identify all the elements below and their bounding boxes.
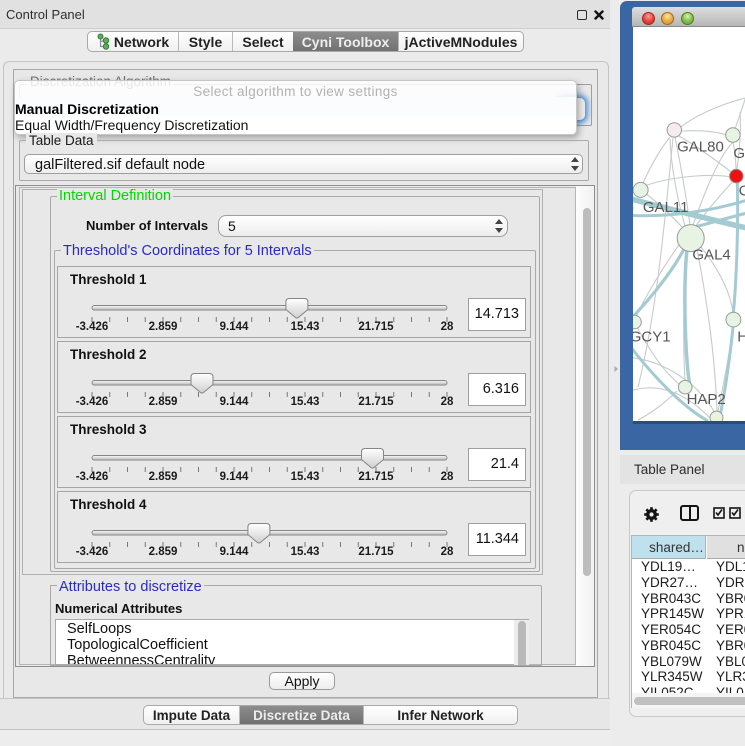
svg-text:H: H bbox=[737, 328, 745, 345]
svg-text:GAL80: GAL80 bbox=[677, 138, 724, 155]
svg-text:HAP2: HAP2 bbox=[687, 391, 726, 408]
svg-text:C: C bbox=[739, 183, 745, 200]
svg-text:GAL4: GAL4 bbox=[692, 246, 730, 263]
svg-text:GCY1: GCY1 bbox=[633, 328, 671, 345]
svg-text:GAL11: GAL11 bbox=[643, 199, 689, 216]
svg-text:G.: G. bbox=[733, 145, 745, 162]
